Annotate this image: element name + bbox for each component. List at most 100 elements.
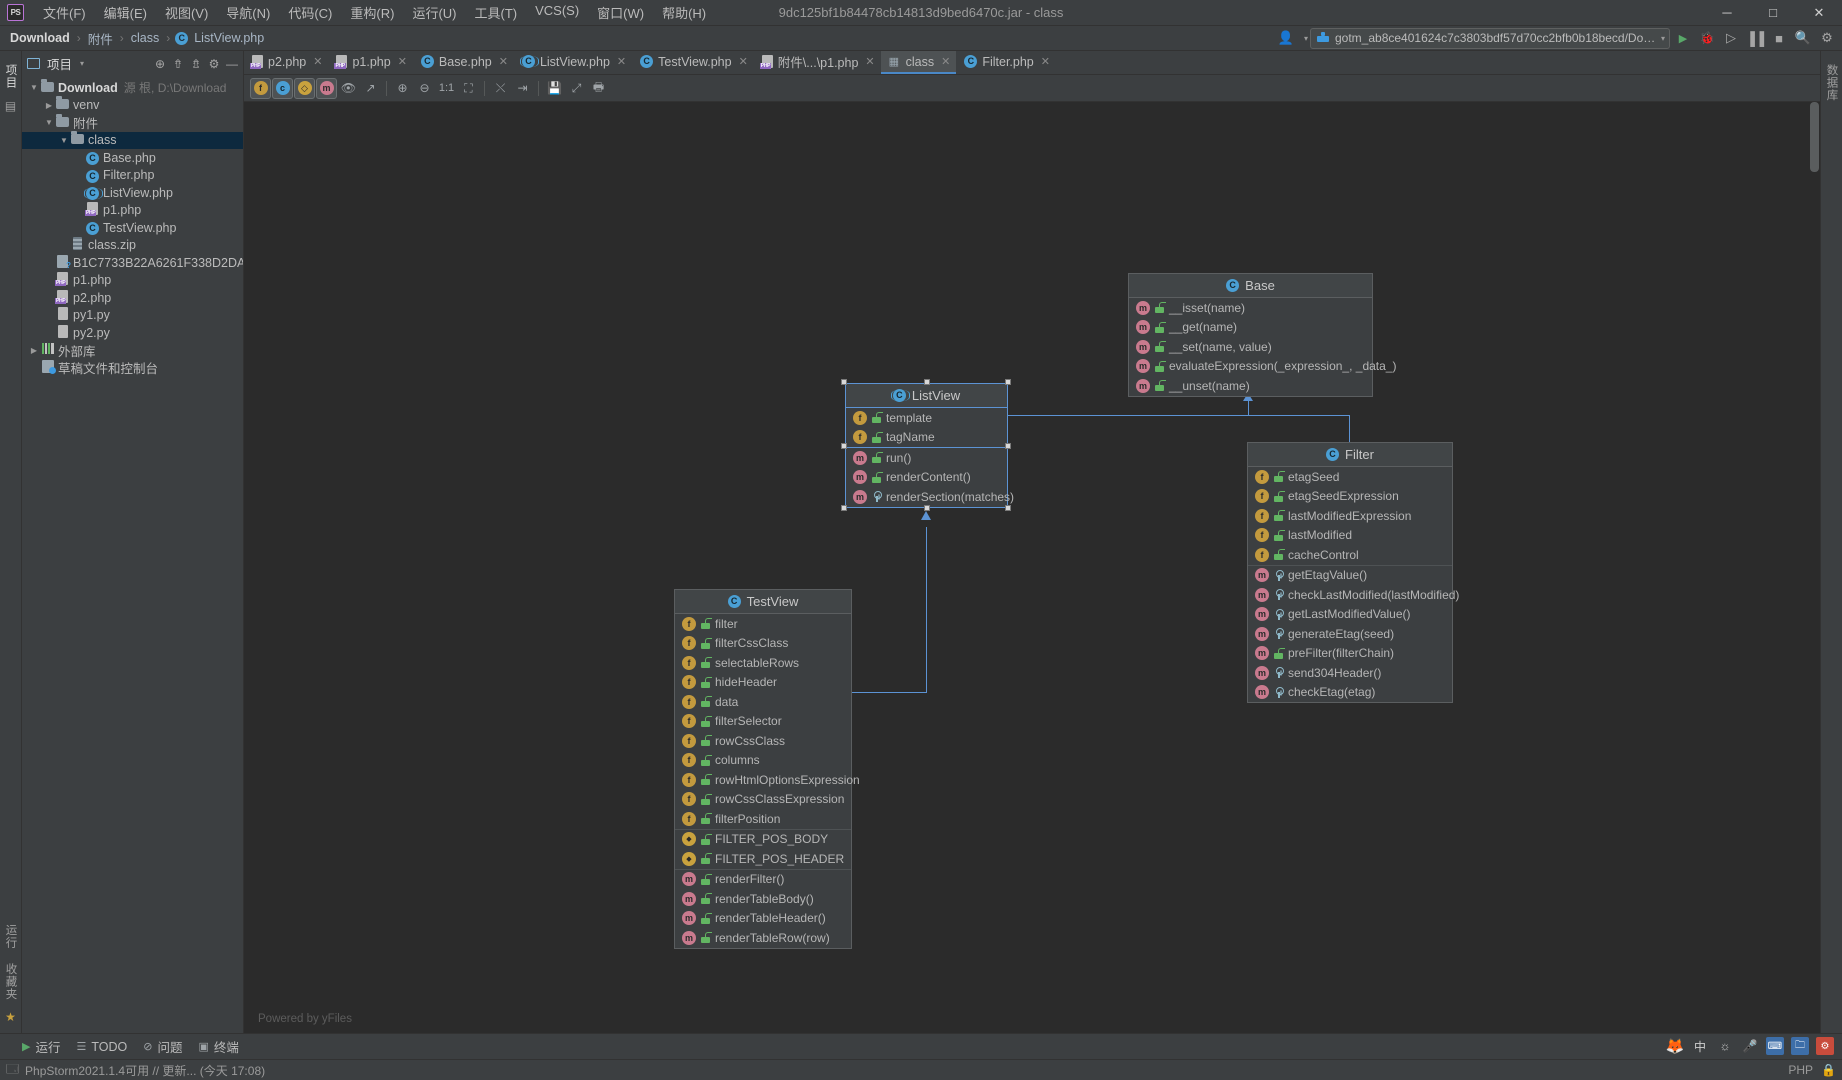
editor-tab-p2-php[interactable]: p2.php ✕ bbox=[244, 51, 328, 74]
uml-member-row[interactable]: ◆ FILTER_POS_HEADER bbox=[675, 849, 851, 869]
language-indicator[interactable]: PHP bbox=[1788, 1063, 1813, 1077]
uml-member-row[interactable]: m checkEtag(etag) bbox=[1248, 683, 1452, 703]
uml-class-header[interactable]: C TestView bbox=[675, 590, 851, 614]
tool-window-运行[interactable]: ▶ 运行 bbox=[22, 1037, 60, 1056]
uml-member-row[interactable]: f selectableRows bbox=[675, 653, 851, 673]
menu-item-4[interactable]: 代码(C) bbox=[279, 0, 341, 25]
uml-member-row[interactable]: f rowCssClassExpression bbox=[675, 790, 851, 810]
show-constants-toggle[interactable]: ◇ bbox=[294, 77, 315, 99]
tree-item-p1-php[interactable]: p1.php bbox=[22, 202, 243, 220]
save-diagram-button[interactable]: 💾 bbox=[544, 78, 565, 99]
uml-class-header[interactable]: C Filter bbox=[1248, 443, 1452, 467]
stop-button[interactable]: ■ bbox=[1768, 27, 1790, 49]
tree-item-listview-php[interactable]: C ListView.php bbox=[22, 184, 243, 202]
menu-item-9[interactable]: 窗口(W) bbox=[588, 0, 653, 25]
tree-item-testview-php[interactable]: C TestView.php bbox=[22, 219, 243, 237]
uml-member-row[interactable]: m evaluateExpression(_expression_, _data_… bbox=[1129, 357, 1396, 377]
account-icon[interactable]: 👤 bbox=[1275, 27, 1297, 49]
close-button[interactable]: ✕ bbox=[1796, 0, 1842, 26]
tree-item-download[interactable]: ▼ Download 源 根, D:\Download bbox=[22, 78, 243, 97]
menu-item-3[interactable]: 导航(N) bbox=[217, 0, 279, 25]
uml-member-row[interactable]: m __set(name, value) bbox=[1129, 337, 1372, 357]
editor-tab--------p1-php[interactable]: 附件\...\p1.php ✕ bbox=[754, 51, 881, 74]
chevron-down-icon[interactable]: ▼ bbox=[43, 118, 55, 127]
resize-handle-3[interactable] bbox=[841, 442, 847, 449]
uml-member-row[interactable]: f cacheControl bbox=[1248, 545, 1452, 565]
profile-button[interactable]: ▐▐ bbox=[1744, 27, 1766, 49]
uml-member-row[interactable]: m __unset(name) bbox=[1129, 376, 1372, 396]
close-icon[interactable]: ✕ bbox=[941, 55, 950, 68]
hide-panel-icon[interactable]: — bbox=[223, 55, 241, 73]
menu-item-1[interactable]: 编辑(E) bbox=[95, 0, 156, 25]
diagram-canvas[interactable]: C Base m __isset(name) m __get(name) m __set(na… bbox=[244, 102, 1820, 1033]
tree-item-p2-php[interactable]: p2.php bbox=[22, 289, 243, 307]
sogou-icon[interactable]: 🦊 bbox=[1666, 1037, 1685, 1055]
menu-item-8[interactable]: VCS(S) bbox=[526, 0, 588, 25]
uml-member-row[interactable]: f etagSeedExpression bbox=[1248, 487, 1452, 507]
menu-item-7[interactable]: 工具(T) bbox=[465, 0, 526, 25]
show-fields-toggle[interactable]: f bbox=[250, 77, 271, 99]
print-diagram-button[interactable]: 🖶 bbox=[588, 78, 609, 99]
tree-item-p1-php[interactable]: p1.php bbox=[22, 272, 243, 290]
uml-member-row[interactable]: f template bbox=[846, 408, 1007, 428]
show-dependencies-toggle[interactable]: ↗ bbox=[360, 78, 381, 99]
uml-member-row[interactable]: m renderTableHeader() bbox=[675, 909, 851, 929]
resize-handle-6[interactable] bbox=[923, 505, 930, 511]
uml-member-row[interactable]: f hideHeader bbox=[675, 673, 851, 693]
tree-item-py2-py[interactable]: py2.py bbox=[22, 324, 243, 342]
gear-icon[interactable]: ⚙ bbox=[205, 55, 223, 73]
run-button[interactable]: ▶ bbox=[1672, 27, 1694, 49]
tree-item-venv[interactable]: ▶ venv bbox=[22, 96, 243, 115]
uml-member-row[interactable]: f lastModifiedExpression bbox=[1248, 506, 1452, 526]
tool-window-问题[interactable]: ⊘ 问题 bbox=[143, 1037, 182, 1056]
rail-item-favorites[interactable]: 收藏夹 bbox=[3, 956, 19, 1008]
project-chevron-down-icon[interactable]: ▾ bbox=[80, 59, 84, 68]
menu-item-6[interactable]: 运行(U) bbox=[403, 0, 465, 25]
tree-item-base-php[interactable]: C Base.php bbox=[22, 149, 243, 167]
uml-member-row[interactable]: m __isset(name) bbox=[1129, 298, 1372, 318]
close-icon[interactable]: ✕ bbox=[1041, 55, 1050, 68]
mic-icon[interactable]: 🎤 bbox=[1741, 1037, 1759, 1055]
tree-item----[interactable]: ▶ 外部库 bbox=[22, 342, 243, 360]
resize-handle-0[interactable] bbox=[841, 379, 847, 385]
close-icon[interactable]: ✕ bbox=[739, 55, 748, 68]
menu-item-10[interactable]: 帮助(H) bbox=[653, 0, 715, 25]
tree-item---[interactable]: ▼ 附件 bbox=[22, 113, 243, 132]
editor-tab-p1-php[interactable]: p1.php ✕ bbox=[328, 51, 412, 74]
uml-member-row[interactable]: m send304Header() bbox=[1248, 663, 1452, 683]
account-chevron-down-icon[interactable]: ▾ bbox=[1304, 34, 1308, 43]
close-icon[interactable]: ✕ bbox=[313, 55, 322, 68]
show-constructors-toggle[interactable]: c bbox=[272, 77, 293, 99]
tool-window-终端[interactable]: ▣ 终端 bbox=[198, 1037, 238, 1056]
tree-item-class[interactable]: ▼ class bbox=[22, 131, 243, 149]
resize-handle-4[interactable] bbox=[1005, 442, 1011, 449]
uml-member-row[interactable]: m renderFilter() bbox=[675, 870, 851, 890]
fit-content-button[interactable]: ⛶ bbox=[458, 78, 479, 99]
uml-class-filter[interactable]: C Filter f etagSeed f etagSeedExpression f last… bbox=[1247, 442, 1459, 703]
uml-class-header[interactable]: C Base bbox=[1129, 274, 1372, 298]
maximize-button[interactable]: □ bbox=[1750, 0, 1796, 26]
tree-item-filter-php[interactable]: C Filter.php bbox=[22, 167, 243, 185]
uml-class-base[interactable]: C Base m __isset(name) m __get(name) m __set(na… bbox=[1128, 273, 1396, 397]
resize-handle-2[interactable] bbox=[1005, 379, 1011, 385]
export-image-button[interactable]: ⤢ bbox=[566, 78, 587, 99]
editor-tab-filter-php[interactable]: C Filter.php ✕ bbox=[956, 51, 1056, 74]
uml-member-row[interactable]: f columns bbox=[675, 751, 851, 771]
zoom-out-button[interactable]: ⊖ bbox=[414, 78, 435, 99]
breadcrumb-folder[interactable]: 附件 bbox=[86, 29, 115, 48]
resize-handle-7[interactable] bbox=[1005, 505, 1011, 511]
show-methods-toggle[interactable]: m bbox=[316, 77, 337, 99]
uml-member-row[interactable]: f rowCssClass bbox=[675, 731, 851, 751]
uml-class-header[interactable]: C ListView bbox=[846, 384, 1007, 408]
breadcrumb-file[interactable]: ListView.php bbox=[192, 31, 266, 45]
tool-window-TODO[interactable]: ☰ TODO bbox=[76, 1040, 127, 1054]
uml-member-row[interactable]: m renderTableBody() bbox=[675, 889, 851, 909]
uml-class-testview[interactable]: C TestView f filter f filterCssClass f selectab… bbox=[674, 589, 860, 949]
uml-member-row[interactable]: ◆ FILTER_POS_BODY bbox=[675, 830, 851, 850]
coverage-button[interactable]: ▷ bbox=[1720, 27, 1742, 49]
breadcrumb-subfolder[interactable]: class bbox=[129, 31, 161, 45]
structure-icon[interactable]: ▤ bbox=[5, 99, 16, 113]
uml-class-listview[interactable]: C ListView f template f tagName m run() m renderC… bbox=[845, 383, 1014, 508]
uml-member-row[interactable]: m checkLastModified(lastModified) bbox=[1248, 585, 1459, 605]
editor-tab-listview-php[interactable]: C ListView.php ✕ bbox=[514, 51, 632, 74]
